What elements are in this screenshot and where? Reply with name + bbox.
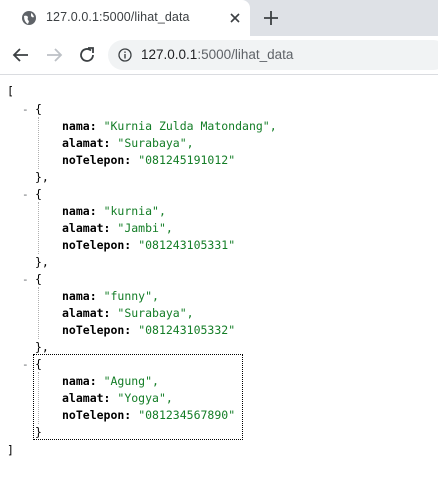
reload-icon[interactable]: [77, 45, 97, 65]
field-key: noTelepon:: [62, 323, 132, 337]
json-field-nama: nama: "kurnia",: [62, 203, 166, 220]
back-arrow-icon[interactable]: [11, 45, 31, 65]
url-text[interactable]: 127.0.0.1:5000/lihat_data: [141, 47, 293, 62]
array-close-bracket: ]: [7, 443, 14, 457]
collapse-toggle[interactable]: -: [22, 271, 29, 288]
json-field-nama: nama: "funny",: [62, 288, 159, 305]
object-close-brace: },: [35, 170, 49, 184]
indent-guide: [38, 202, 39, 254]
new-tab-icon[interactable]: [262, 9, 280, 27]
json-field-noTelepon: noTelepon: "081243105331": [62, 237, 235, 254]
forward-arrow-icon[interactable]: [44, 45, 64, 65]
json-viewer: [ -{nama: "Kurnia Zulda Matondang", alama…: [0, 75, 438, 482]
field-value: "Surabaya",: [117, 306, 194, 320]
field-key: nama:: [62, 289, 97, 303]
field-key: alamat:: [62, 221, 111, 235]
field-value: "081243105332": [138, 323, 236, 337]
object-close-brace: },: [35, 255, 49, 269]
collapse-toggle[interactable]: -: [22, 101, 29, 118]
array-open-bracket: [: [7, 84, 14, 98]
field-value: "Jambi",: [117, 221, 173, 235]
json-field-noTelepon: noTelepon: "081243105332": [62, 322, 235, 339]
field-value: "Kurnia Zulda Matondang",: [103, 119, 277, 133]
url-host: 127.0.0.1: [141, 47, 198, 62]
json-field-noTelepon: noTelepon: "081245191012": [62, 152, 235, 169]
object-open-brace: {: [35, 187, 42, 201]
object-open-brace: {: [35, 102, 42, 116]
object-open-brace: {: [35, 272, 42, 286]
tab-strip: 127.0.0.1:5000/lihat_data: [0, 0, 438, 36]
address-bar[interactable]: 127.0.0.1:5000/lihat_data: [108, 40, 438, 70]
json-field-alamat: alamat: "Jambi",: [62, 220, 173, 237]
json-field-alamat: alamat: "Surabaya",: [62, 305, 194, 322]
field-key: nama:: [62, 119, 97, 133]
field-value: "funny",: [103, 289, 159, 303]
field-value: "Surabaya",: [117, 136, 194, 150]
json-field-alamat: alamat: "Surabaya",: [62, 135, 194, 152]
field-key: noTelepon:: [62, 238, 132, 252]
field-value: "kurnia",: [103, 204, 166, 218]
close-tab-icon[interactable]: [228, 11, 242, 25]
field-value: "081245191012": [138, 153, 236, 167]
field-value: "081243105331": [138, 238, 236, 252]
tab-title: 127.0.0.1:5000/lihat_data: [46, 10, 190, 24]
indent-guide: [38, 287, 39, 339]
browser-toolbar: 127.0.0.1:5000/lihat_data: [0, 36, 438, 75]
focused-object-outline: [33, 354, 243, 440]
field-key: noTelepon:: [62, 153, 132, 167]
url-path: :5000/lihat_data: [197, 47, 294, 62]
field-key: nama:: [62, 204, 97, 218]
collapse-toggle[interactable]: -: [22, 356, 29, 373]
field-key: alamat:: [62, 306, 111, 320]
active-tab[interactable]: 127.0.0.1:5000/lihat_data: [0, 0, 250, 36]
json-field-nama: nama: "Kurnia Zulda Matondang",: [62, 118, 277, 135]
info-icon[interactable]: [118, 48, 132, 62]
indent-guide: [38, 117, 39, 169]
field-key: alamat:: [62, 136, 111, 150]
collapse-toggle[interactable]: -: [22, 186, 29, 203]
globe-icon: [22, 11, 36, 25]
